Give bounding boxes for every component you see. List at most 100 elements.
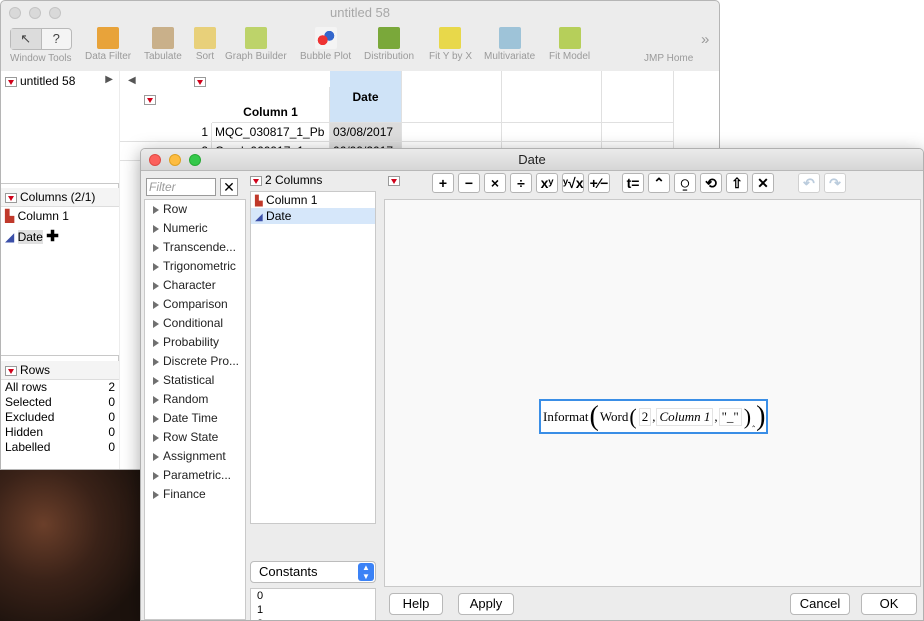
function-category-item[interactable]: Transcende... — [145, 238, 245, 257]
help-cursor-icon[interactable]: ? — [42, 29, 72, 49]
minimize-window-button[interactable] — [29, 7, 41, 19]
distribution-button[interactable]: Distribution — [364, 27, 414, 62]
function-category-item[interactable]: Parametric... — [145, 466, 245, 485]
graph-builder-button[interactable]: Graph Builder — [225, 27, 287, 62]
grid-menu-icon[interactable] — [194, 76, 206, 87]
ok-button[interactable]: OK — [861, 593, 917, 615]
column-item[interactable]: ◢ Date ✚ — [1, 225, 119, 247]
window-tools-group[interactable]: ↖? — [10, 28, 72, 50]
formula-arg[interactable]: Column 1 — [656, 407, 714, 426]
peel-icon[interactable]: ⇧ — [726, 173, 748, 193]
match-icon[interactable]: ⍜ — [674, 173, 696, 193]
run-script-icon[interactable]: ▶ — [105, 74, 113, 85]
zoom-window-button[interactable] — [49, 7, 61, 19]
constant-item[interactable]: 1 — [257, 603, 375, 617]
function-category-item[interactable]: Probability — [145, 333, 245, 352]
formula-menu-icon[interactable] — [388, 175, 400, 186]
disclosure-triangle-icon[interactable] — [153, 338, 159, 347]
column-list-item-selected[interactable]: ◢ Date — [251, 208, 375, 224]
formula-expression[interactable]: Informat ( Word ( 2, Column 1, "_" ) ‸ ) — [539, 399, 768, 434]
disclosure-triangle-icon[interactable] — [153, 224, 159, 233]
jmp-home-button[interactable]: JMP Home — [644, 53, 693, 64]
add-icon[interactable]: + — [432, 173, 454, 193]
raise-icon[interactable]: ⌃ — [648, 173, 670, 193]
constant-item[interactable]: 2 — [257, 617, 375, 620]
help-button[interactable]: Help — [389, 593, 443, 615]
function-category-item[interactable]: Discrete Pro... — [145, 352, 245, 371]
tabulate-button[interactable]: Tabulate — [144, 27, 182, 62]
multiply-icon[interactable]: × — [484, 173, 506, 193]
disclosure-triangle-icon[interactable] — [153, 357, 159, 366]
row-number[interactable]: 1 — [120, 123, 212, 142]
function-category-item[interactable]: Trigonometric — [145, 257, 245, 276]
function-category-item[interactable]: Character — [145, 276, 245, 295]
stepper-icon[interactable]: ▲ ▼ — [358, 563, 374, 581]
apply-button[interactable]: Apply — [458, 593, 514, 615]
column-header[interactable]: Column 1 — [212, 87, 330, 123]
rows-menu-icon[interactable] — [144, 94, 157, 105]
function-category-item[interactable]: Conditional — [145, 314, 245, 333]
disclosure-triangle-icon[interactable] — [153, 243, 159, 252]
collapse-icon[interactable]: ◀ — [128, 75, 136, 86]
close-window-button[interactable] — [9, 7, 21, 19]
disclosure-triangle-icon[interactable] — [153, 414, 159, 423]
disclosure-triangle-icon[interactable] — [153, 262, 159, 271]
root-icon[interactable]: ʸ√x — [562, 173, 584, 193]
function-category-item[interactable]: Finance — [145, 485, 245, 504]
table-name[interactable]: untitled 58 — [20, 74, 75, 88]
toolbar-overflow-icon[interactable]: » — [701, 31, 709, 48]
formula-canvas[interactable]: Informat ( Word ( 2, Column 1, "_" ) ‸ ) — [384, 199, 921, 587]
disclosure-triangle-icon[interactable] — [153, 281, 159, 290]
filter-input[interactable]: Filter — [146, 178, 216, 196]
assign-icon[interactable]: t= — [622, 173, 644, 193]
data-filter-button[interactable]: Data Filter — [85, 27, 131, 62]
minimize-dialog-button[interactable] — [169, 154, 181, 166]
fit-y-by-x-button[interactable]: Fit Y by X — [429, 27, 472, 62]
columns-menu-icon[interactable] — [5, 192, 17, 203]
column-header-selected[interactable]: Date — [330, 71, 402, 123]
table-cell[interactable]: MQC_030817_1_Pb — [212, 123, 330, 142]
disclosure-triangle-icon[interactable] — [153, 205, 159, 214]
rows-menu-icon[interactable] — [5, 365, 17, 376]
column-item[interactable]: ▙ Column 1 — [1, 207, 119, 225]
bubble-plot-button[interactable]: Bubble Plot — [300, 27, 351, 62]
function-category-item[interactable]: Comparison — [145, 295, 245, 314]
undo-icon[interactable]: ↶ — [798, 173, 820, 193]
constant-item[interactable]: 0 — [257, 589, 375, 603]
formula-function[interactable]: Informat — [543, 409, 588, 425]
function-category-item[interactable]: Row State — [145, 428, 245, 447]
function-category-item[interactable]: Statistical — [145, 371, 245, 390]
power-icon[interactable]: xʸ — [536, 173, 558, 193]
disclosure-triangle-icon[interactable] — [153, 319, 159, 328]
redo-icon[interactable]: ↷ — [824, 173, 846, 193]
clear-filter-icon[interactable]: ✕ — [220, 178, 238, 196]
function-category-item[interactable]: Row — [145, 200, 245, 219]
function-category-item[interactable]: Assignment — [145, 447, 245, 466]
function-category-item[interactable]: Numeric — [145, 219, 245, 238]
disclosure-triangle-icon[interactable] — [153, 471, 159, 480]
disclosure-triangle-icon[interactable] — [153, 452, 159, 461]
insert-arg-caret-icon[interactable]: ‸ — [752, 417, 755, 428]
formula-arg[interactable]: "_" — [718, 407, 742, 426]
disclosure-triangle-icon[interactable] — [153, 433, 159, 442]
disclosure-triangle-icon[interactable] — [153, 395, 159, 404]
fit-model-button[interactable]: Fit Model — [549, 27, 590, 62]
disclosure-triangle-icon[interactable] — [153, 300, 159, 309]
function-category-item[interactable]: Random — [145, 390, 245, 409]
table-menu-icon[interactable] — [5, 76, 17, 87]
clear-icon[interactable]: ✕ — [752, 173, 774, 193]
formula-arg[interactable]: 2 — [638, 407, 652, 426]
disclosure-triangle-icon[interactable] — [153, 376, 159, 385]
multivariate-button[interactable]: Multivariate — [484, 27, 535, 62]
divide-icon[interactable]: ÷ — [510, 173, 532, 193]
constants-select[interactable]: Constants ▲ ▼ — [250, 561, 376, 583]
inner-function[interactable]: Word — [600, 409, 629, 425]
negate-icon[interactable]: +⁄− — [588, 173, 610, 193]
close-dialog-button[interactable] — [149, 154, 161, 166]
disclosure-triangle-icon[interactable] — [153, 490, 159, 499]
function-category-item[interactable]: Date Time — [145, 409, 245, 428]
columns-chooser-menu-icon[interactable] — [250, 175, 262, 186]
subtract-icon[interactable]: − — [458, 173, 480, 193]
cursor-icon[interactable]: ↖ — [11, 29, 42, 49]
table-cell[interactable]: 03/08/2017 — [330, 123, 402, 142]
